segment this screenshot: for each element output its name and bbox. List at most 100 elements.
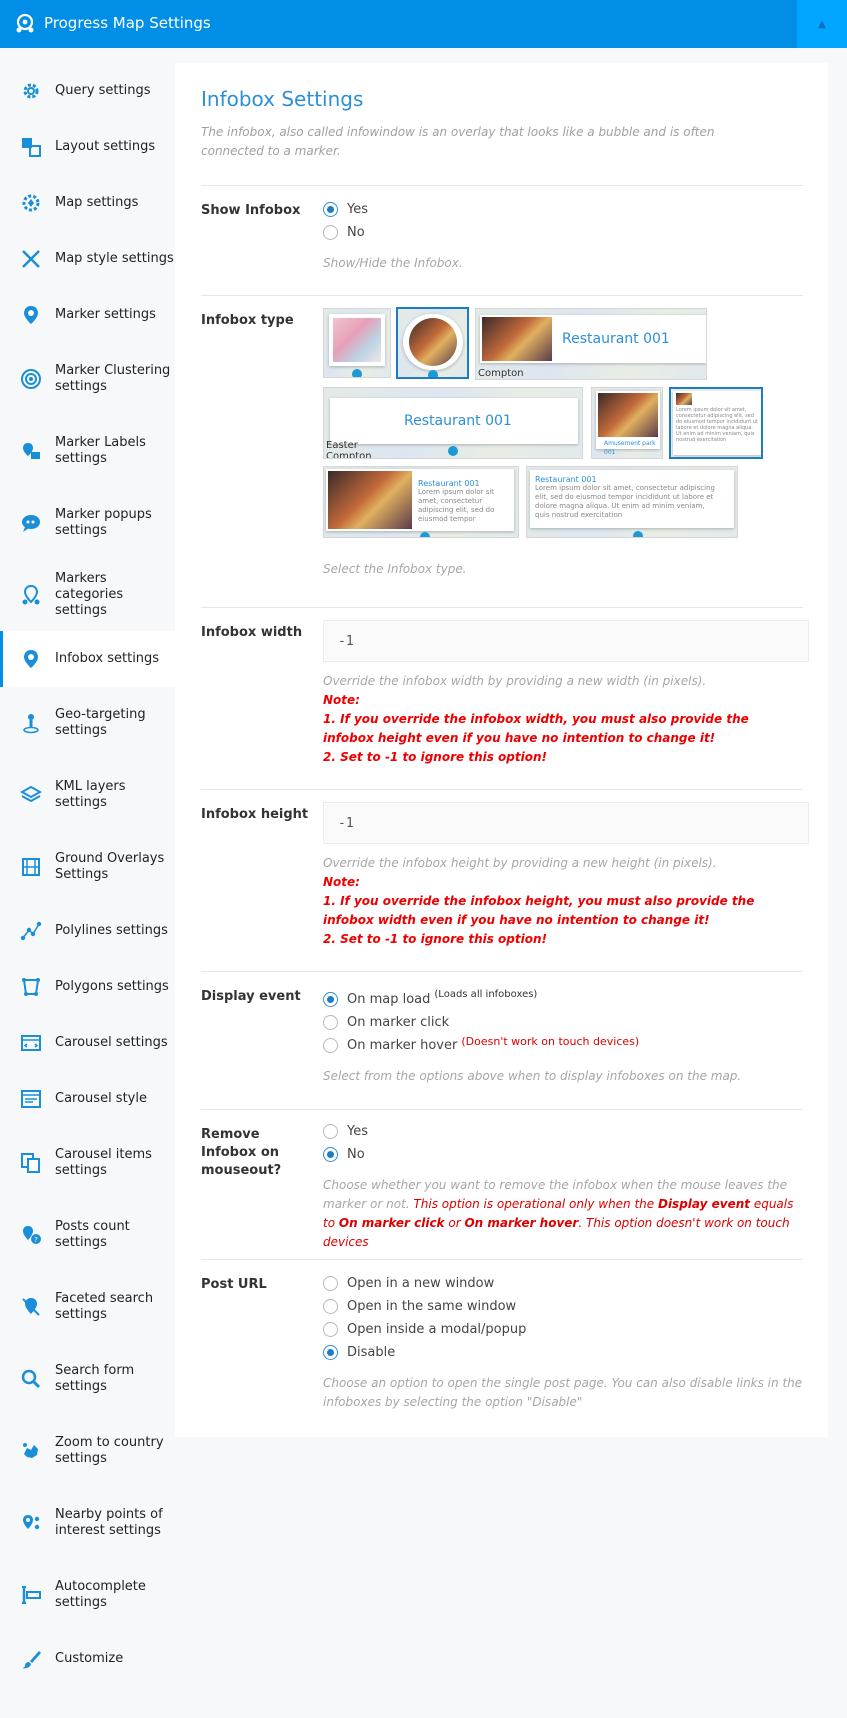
nearby-icon: [23, 1515, 40, 1530]
radio-unselected-icon: [323, 1038, 338, 1053]
infobox-width-note-2: 2. Set to -1 to ignore this option!: [323, 750, 547, 764]
infobox-type-text-only[interactable]: Restaurant 001 Lorem ipsum dolor sit ame…: [526, 466, 738, 538]
autocomplete-icon: [22, 1586, 41, 1604]
top-bar: Progress Map Settings ▲: [0, 0, 847, 48]
infobox-type-image-caption[interactable]: Amusement park 001: [591, 387, 663, 459]
post-url-modal-radio[interactable]: Open inside a modal/popup: [323, 1318, 803, 1341]
radio-label: Open in a new window: [347, 1276, 495, 1291]
carousel-icon: [21, 1035, 41, 1051]
sidebar-item-carousel-items[interactable]: Carousel items settings: [0, 1127, 175, 1199]
sidebar-item-carousel-style[interactable]: Carousel style: [0, 1071, 175, 1127]
sidebar-item-label: KML layers settings: [55, 779, 126, 810]
post-url-row: Post URL Open in a new window Open in th…: [201, 1259, 803, 1409]
radio-label: Yes: [347, 1124, 368, 1139]
infobox-width-label: Infobox width: [201, 625, 303, 640]
post-url-disable-radio[interactable]: Disable: [323, 1341, 803, 1364]
sidebar-item-geo-targeting[interactable]: Geo-targeting settings: [0, 687, 175, 759]
radio-selected-icon: [323, 1147, 338, 1162]
cluster-icon: [21, 369, 41, 389]
sidebar-item-infobox[interactable]: Infobox settings: [0, 631, 175, 687]
sidebar-item-customize[interactable]: Customize: [0, 1631, 175, 1687]
sidebar-item-label: Polygons settings: [55, 979, 169, 994]
infobox-type-title-only[interactable]: Restaurant 001 Easter Compton: [323, 387, 583, 459]
gear-icon: [23, 83, 39, 99]
display-event-marker-click-radio[interactable]: On marker click: [323, 1011, 803, 1034]
sidebar-item-label: Carousel settings: [55, 1035, 168, 1050]
radio-label: Open in the same window: [347, 1299, 517, 1314]
sidebar-item-polygons[interactable]: Polygons settings: [0, 959, 175, 1015]
sidebar-item-query[interactable]: Query settings: [0, 63, 175, 119]
infobox-type-rounded-bubble[interactable]: [396, 307, 469, 379]
thumbnail-text: Restaurant 001 Lorem ipsum dolor sit ame…: [418, 479, 504, 523]
post-url-field: Open in a new window Open in the same wi…: [323, 1272, 803, 1412]
display-event-map-load-radio[interactable]: On map load (Loads all infoboxes): [323, 988, 803, 1011]
infobox-width-input[interactable]: [323, 620, 809, 662]
infobox-height-label: Infobox height: [201, 807, 309, 822]
sidebar-item-posts-count[interactable]: ? Posts count settings: [0, 1199, 175, 1271]
sidebar-item-label: Polylines settings: [55, 923, 168, 938]
radio-label: On marker hover: [347, 1038, 458, 1053]
help-emphasis: Display event: [657, 1197, 751, 1211]
display-event-field: On map load (Loads all infoboxes) On mark…: [323, 988, 803, 1086]
infobox-height-field: Override the infobox height by providing…: [323, 802, 809, 949]
show-infobox-no-radio[interactable]: No: [323, 221, 803, 244]
display-event-row: Display event On map load (Loads all info…: [201, 971, 803, 1083]
remove-infobox-yes-radio[interactable]: Yes: [323, 1120, 803, 1143]
thumbnail-title: Restaurant 001: [562, 331, 670, 347]
post-url-help: Choose an option to open the single post…: [323, 1376, 803, 1409]
post-url-new-window-radio[interactable]: Open in a new window: [323, 1272, 803, 1295]
svg-text:?: ?: [34, 1236, 38, 1244]
infobox-type-image-text[interactable]: Restaurant 001 Lorem ipsum dolor sit ame…: [323, 466, 519, 538]
infobox-height-input[interactable]: [323, 802, 809, 844]
sidebar-item-carousel[interactable]: Carousel settings: [0, 1015, 175, 1071]
map-town-label: Compton: [478, 368, 524, 379]
sidebar-item-label: Map style settings: [55, 251, 174, 266]
chevron-up-icon: ▲: [818, 18, 826, 30]
map-pin-icon: [352, 369, 362, 377]
infobox-type-square-bubble[interactable]: [323, 308, 391, 378]
infobox-type-wide-title[interactable]: Restaurant 001 Compton: [475, 308, 707, 380]
map-pin-icon: [420, 532, 430, 537]
settings-panel: Infobox Settings The infobox, also calle…: [175, 63, 828, 1437]
sidebar-item-faceted-search[interactable]: Faceted search settings: [0, 1271, 175, 1343]
infobox-type-help: Select the Infobox type.: [323, 562, 467, 576]
thumbnail-text-body: Lorem ipsum dolor sit amet, consectetur …: [418, 488, 495, 523]
radio-label: No: [347, 1147, 365, 1162]
sidebar-item-search-form[interactable]: Search form settings: [0, 1343, 175, 1415]
sidebar-item-map-style[interactable]: Map style settings: [0, 231, 175, 287]
sidebar-item-label: Ground Overlays Settings: [55, 851, 165, 882]
sidebar-item-zoom-to-country[interactable]: Zoom to country settings: [0, 1415, 175, 1487]
sidebar-item-marker-clustering[interactable]: Marker Clustering settings: [0, 343, 175, 415]
sidebar-item-marker[interactable]: Marker settings: [0, 287, 175, 343]
sidebar: Query settings Layout settings Map setti…: [0, 63, 175, 1687]
sidebar-item-nearby-places[interactable]: Nearby points of interest settings: [0, 1487, 175, 1559]
collapse-button[interactable]: ▲: [797, 0, 847, 48]
sidebar-item-markers-categories[interactable]: Markers categories settings: [0, 559, 175, 631]
sidebar-item-autocomplete[interactable]: Autocomplete settings: [0, 1559, 175, 1631]
post-url-same-window-radio[interactable]: Open in the same window: [323, 1295, 803, 1318]
sidebar-item-label: Carousel items settings: [55, 1147, 152, 1178]
sidebar-item-marker-popups[interactable]: Marker popups settings: [0, 487, 175, 559]
display-event-label: Display event: [201, 989, 301, 1004]
sidebar-item-label: Marker popups settings: [55, 507, 152, 538]
sidebar-item-layout[interactable]: Layout settings: [0, 119, 175, 175]
remove-infobox-no-radio[interactable]: No: [323, 1143, 803, 1166]
show-infobox-yes-radio[interactable]: Yes: [323, 198, 803, 221]
radio-unselected-icon: [323, 1015, 338, 1030]
infobox-type-list-card[interactable]: Lorem ipsum dolor sit amet, consectetur …: [669, 387, 763, 459]
show-infobox-row: Show Infobox Yes No Show/Hide the Infobo…: [201, 185, 803, 270]
remove-infobox-help: Choose whether you want to remove the in…: [323, 1176, 803, 1252]
sidebar-item-kml-layers[interactable]: KML layers settings: [0, 759, 175, 831]
infobox-width-help: Override the infobox width by providing …: [323, 674, 707, 688]
sidebar-item-marker-labels[interactable]: Marker Labels settings: [0, 415, 175, 487]
sidebar-item-map[interactable]: Map settings: [0, 175, 175, 231]
display-event-marker-hover-radio[interactable]: On marker hover (Doesn't work on touch de…: [323, 1034, 803, 1057]
radio-label: On map load: [347, 992, 431, 1007]
help-warning-text: This option is operational only when the: [413, 1197, 658, 1211]
sidebar-item-label: Posts count settings: [55, 1219, 130, 1250]
thumbnail-title: Restaurant 001: [418, 479, 480, 488]
remove-infobox-label: Remove Infobox on mouseout?: [201, 1127, 282, 1178]
progress-map-logo-icon: [16, 13, 34, 33]
sidebar-item-polylines[interactable]: Polylines settings: [0, 903, 175, 959]
sidebar-item-ground-overlays[interactable]: Ground Overlays Settings: [0, 831, 175, 903]
